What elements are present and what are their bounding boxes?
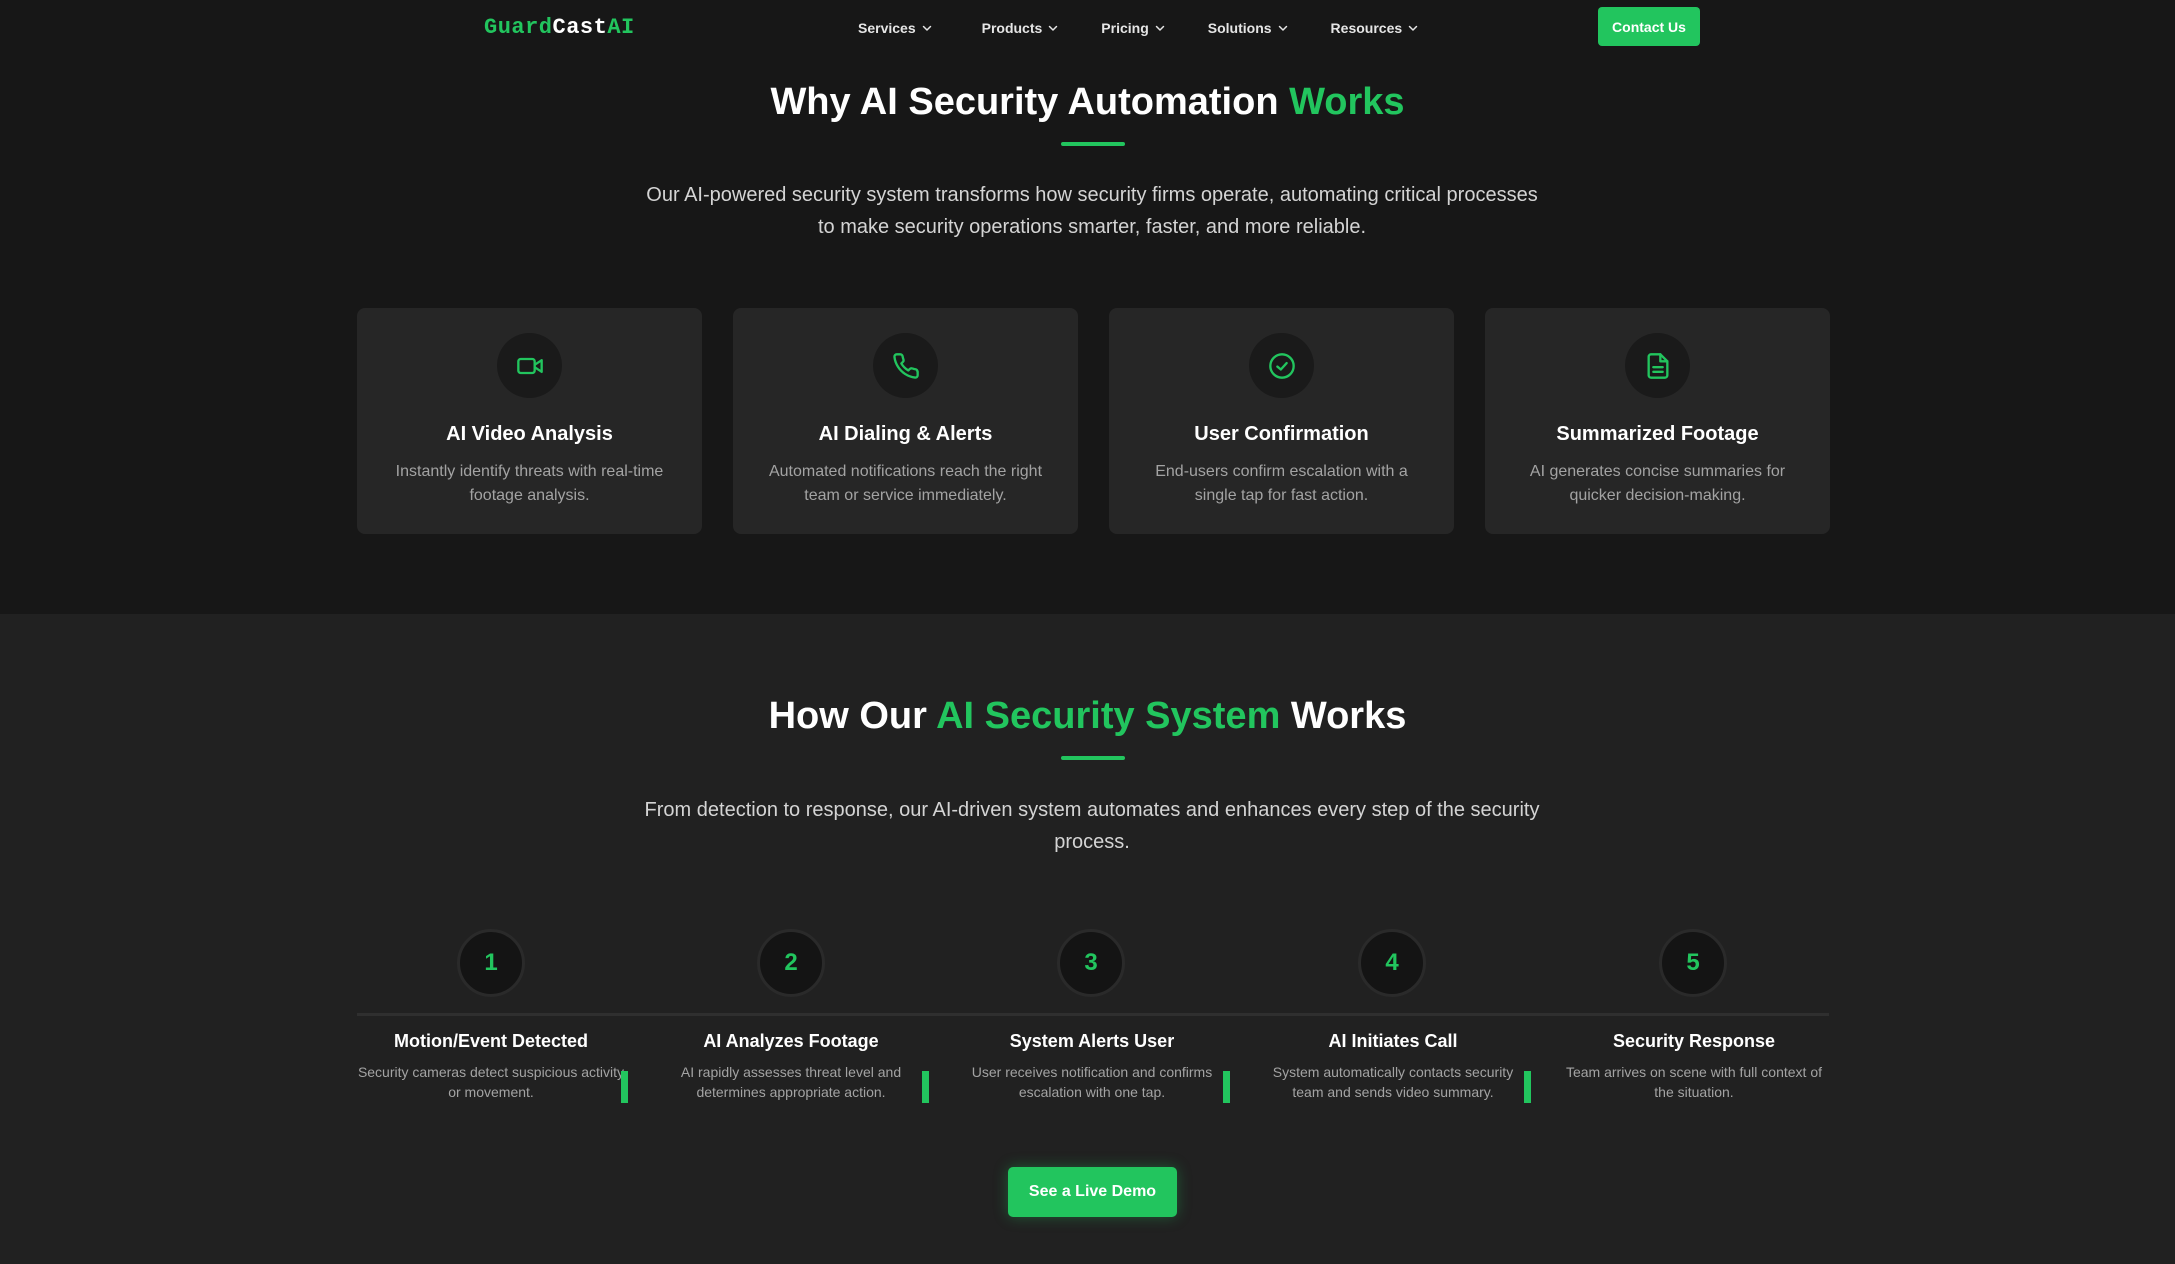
step-number-circle: 1 <box>457 929 525 997</box>
step-title: Security Response <box>1612 1031 1776 1051</box>
step-description: Security cameras detect suspicious activ… <box>357 1064 625 1100</box>
step-number-circle: 5 <box>1659 929 1727 997</box>
step-connector-marker <box>621 1071 628 1103</box>
nav-item-label: Pricing <box>1101 20 1149 36</box>
step-number-circle: 4 <box>1358 929 1426 997</box>
why-section-title: Why AI Security Automation Works <box>0 78 2175 126</box>
feature-text: End-users confirm escalation with a sing… <box>1155 463 1408 504</box>
why-section: Why AI Security Automation Works Our AI-… <box>0 56 2175 614</box>
nav-item-services[interactable]: Services <box>858 17 933 39</box>
phone-icon <box>873 333 938 398</box>
chevron-down-icon <box>1408 25 1418 31</box>
video-camera-icon <box>497 333 562 398</box>
how-desc-line2: process. <box>1054 831 1130 853</box>
main-nav: Services Products Pricing Solutions Reso… <box>858 17 1419 39</box>
feature-title: Summarized Footage <box>1556 423 1759 445</box>
chevron-down-icon <box>1278 25 1287 31</box>
site-header: GuardCastAI Services Products Pricing So… <box>0 0 2175 56</box>
feature-title: AI Video Analysis <box>446 423 613 445</box>
nav-item-resources[interactable]: Resources <box>1331 17 1420 39</box>
nav-item-label: Services <box>858 20 916 36</box>
step-connector-marker <box>922 1071 929 1103</box>
nav-item-label: Products <box>981 20 1043 36</box>
feature-card-dialing-alerts: AI Dialing & Alerts Automated notificati… <box>733 308 1078 534</box>
step-description: System automatically contacts security t… <box>1272 1064 1514 1100</box>
step-title: AI Analyzes Footage <box>703 1031 879 1051</box>
step-connector-marker <box>1524 1071 1531 1103</box>
check-circle-icon <box>1249 333 1314 398</box>
chevron-down-icon <box>1049 25 1058 31</box>
step-number-circle: 3 <box>1057 929 1125 997</box>
document-icon <box>1625 333 1690 398</box>
why-title-underline <box>1061 142 1125 146</box>
how-section: How Our AI Security System Works From de… <box>0 614 2175 1264</box>
how-title-pre: How Our <box>768 695 937 737</box>
step-title: System Alerts User <box>1009 1031 1175 1051</box>
step-connector-marker <box>1223 1071 1230 1103</box>
step-title: AI Initiates Call <box>1328 1031 1458 1051</box>
brand-logo[interactable]: GuardCastAI <box>484 15 635 41</box>
why-desc-line1: Our AI-powered security system transform… <box>646 184 1538 206</box>
how-desc-line1: From detection to response, our AI-drive… <box>644 799 1540 821</box>
feature-text: Instantly identify threats with real-tim… <box>395 463 664 504</box>
how-section-title: How Our AI Security System Works <box>0 692 2175 740</box>
step-description: Team arrives on scene with full context … <box>1565 1064 1822 1100</box>
timeline-line <box>357 1013 1829 1016</box>
step-description: User receives notification and confirms … <box>971 1064 1213 1100</box>
nav-item-label: Resources <box>1330 20 1403 36</box>
nav-item-pricing[interactable]: Pricing <box>1101 17 1165 39</box>
why-section-description: Our AI-powered security system transform… <box>637 179 1547 243</box>
chevron-down-icon <box>922 25 931 31</box>
see-live-demo-button[interactable]: See a Live Demo <box>1008 1167 1177 1217</box>
how-title-underline <box>1061 756 1125 760</box>
feature-title: User Confirmation <box>1194 423 1369 445</box>
feature-card-video-analysis: AI Video Analysis Instantly identify thr… <box>357 308 702 534</box>
feature-title: AI Dialing & Alerts <box>818 423 993 445</box>
nav-item-solutions[interactable]: Solutions <box>1208 17 1289 39</box>
why-title-main: Why AI Security Automation <box>770 81 1290 123</box>
nav-item-products[interactable]: Products <box>982 17 1060 39</box>
feature-card-user-confirmation: User Confirmation End-users confirm esca… <box>1109 308 1454 534</box>
contact-us-button[interactable]: Contact Us <box>1598 7 1700 46</box>
how-section-description: From detection to response, our AI-drive… <box>637 794 1547 858</box>
step-description: AI rapidly assesses threat level and det… <box>680 1064 902 1100</box>
feature-text: Automated notifications reach the right … <box>768 463 1043 504</box>
how-title-accent: AI Security System <box>936 695 1281 737</box>
feature-text: AI generates concise summaries for quick… <box>1529 463 1786 504</box>
chevron-down-icon <box>1155 25 1165 31</box>
why-desc-line2: to make security operations smarter, fas… <box>817 216 1367 238</box>
feature-card-summarized-footage: Summarized Footage AI generates concise … <box>1485 308 1830 534</box>
why-title-accent: Works <box>1289 81 1405 123</box>
logo-part-ai: AI <box>607 15 635 40</box>
step-number-circle: 2 <box>757 929 825 997</box>
how-title-post: Works <box>1280 695 1407 737</box>
step-title: Motion/Event Detected <box>393 1031 589 1051</box>
logo-part-cast: Cast <box>552 15 608 40</box>
logo-part-guard: Guard <box>484 15 553 40</box>
nav-item-label: Solutions <box>1207 20 1272 36</box>
